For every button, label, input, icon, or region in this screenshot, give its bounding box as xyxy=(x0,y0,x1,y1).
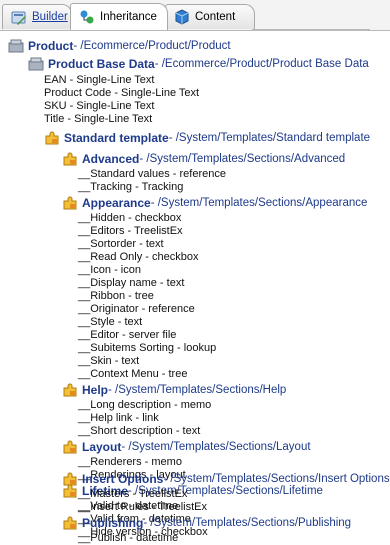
tree-node-standard-template-path: - /System/Templates/Standard template xyxy=(168,132,371,144)
field-item: __Sortorder - text xyxy=(78,238,164,250)
section-name: Appearance xyxy=(82,196,151,210)
section-path: - /System/Templates/Sections/Advanced xyxy=(139,153,346,165)
field-item: __Skin - text xyxy=(78,355,140,367)
field-item: __Insert Rules - TreelistEx xyxy=(78,501,207,513)
field-item: __Hidden - checkbox xyxy=(78,212,182,224)
section-name: Help xyxy=(82,383,109,397)
tab-builder[interactable]: Builder xyxy=(2,4,72,29)
field-item: __Standard values - reference xyxy=(78,168,226,180)
section-name: Layout xyxy=(82,440,122,454)
field-item: __Icon - icon xyxy=(78,264,141,276)
field-item: __Originator - reference xyxy=(78,303,195,315)
section-name: Advanced xyxy=(82,152,140,166)
tree-node-product-base-data-path: - /Ecommerce/Product/Product Base Data xyxy=(154,58,369,70)
tab-strip-end xyxy=(252,4,370,30)
field-item: Product Code - Single-Line Text xyxy=(44,87,200,99)
field-item: SKU - Single-Line Text xyxy=(44,100,155,112)
field-item: __Long description - memo xyxy=(78,399,212,411)
tree-node-section-publishing[interactable]: Publishing - /System/Templates/Sections/… xyxy=(62,515,351,531)
field-item: Title - Single-Line Text xyxy=(44,113,153,125)
field-item: __Editors - TreelistEx xyxy=(78,225,183,237)
field-item: __Display name - text xyxy=(78,277,185,289)
inheritance-icon xyxy=(80,10,94,24)
field-item: __Ribbon - tree xyxy=(78,290,154,302)
builder-icon xyxy=(11,11,26,25)
tab-content-label: Content xyxy=(195,11,236,23)
puzzle-icon xyxy=(45,131,59,145)
tab-inheritance-label: Inheritance xyxy=(100,11,157,23)
section-path: - /System/Templates/Sections/Insert Opti… xyxy=(163,473,390,485)
section-path: - /System/Templates/Sections/Publishing xyxy=(143,517,352,529)
puzzle-icon xyxy=(63,383,77,397)
tree-node-standard-template-name: Standard template xyxy=(64,131,169,145)
field-item: __Subitems Sorting - lookup xyxy=(78,342,217,354)
section-name: Publishing xyxy=(82,516,144,530)
tree-node-section-layout[interactable]: Layout - /System/Templates/Sections/Layo… xyxy=(62,439,311,455)
editor-tab-bar: Builder Inheritance Content xyxy=(0,0,390,31)
tree-node-standard-template[interactable]: Standard template - /System/Templates/St… xyxy=(44,130,370,146)
tree-node-section-help[interactable]: Help - /System/Templates/Sections/Help xyxy=(62,382,286,398)
tree-node-product-name: Product xyxy=(28,39,74,53)
tree-node-section-advanced[interactable]: Advanced - /System/Templates/Sections/Ad… xyxy=(62,151,345,167)
tree-node-product-base-data-name: Product Base Data xyxy=(48,57,155,71)
tree-node-product-path: - /Ecommerce/Product/Product xyxy=(73,40,231,52)
field-item: __Renderers - memo xyxy=(78,456,182,468)
tab-builder-label: Builder xyxy=(32,11,68,23)
tree-node-section-appearance[interactable]: Appearance - /System/Templates/Sections/… xyxy=(62,195,367,211)
tree-node-product[interactable]: Product - /Ecommerce/Product/Product xyxy=(8,38,231,54)
field-item: __Context Menu - tree xyxy=(78,368,188,380)
content-icon xyxy=(175,9,189,25)
puzzle-icon xyxy=(63,516,77,530)
field-item: __Help link - link xyxy=(78,412,159,424)
template-icon xyxy=(28,57,44,71)
puzzle-icon xyxy=(63,440,77,454)
tab-content[interactable]: Content xyxy=(165,4,255,29)
field-item: __Read Only - checkbox xyxy=(78,251,199,263)
field-item: __Tracking - Tracking xyxy=(78,181,184,193)
section-name: Insert Options xyxy=(82,472,164,486)
tab-inheritance[interactable]: Inheritance xyxy=(70,3,168,30)
field-item: __Editor - server file xyxy=(78,329,177,341)
puzzle-icon xyxy=(63,472,77,486)
puzzle-icon xyxy=(63,196,77,210)
puzzle-icon xyxy=(63,152,77,166)
section-path: - /System/Templates/Sections/Layout xyxy=(121,441,311,453)
section-path: - /System/Templates/Sections/Help xyxy=(108,384,287,396)
field-item: __Publish - datetime xyxy=(78,532,179,544)
section-path: - /System/Templates/Sections/Appearance xyxy=(150,197,368,209)
field-item: EAN - Single-Line Text xyxy=(44,74,155,86)
field-item: __Style - text xyxy=(78,316,143,328)
tree-node-product-base-data[interactable]: Product Base Data - /Ecommerce/Product/P… xyxy=(28,56,369,72)
field-item: __Masters - TreelistEx xyxy=(78,488,188,500)
template-icon xyxy=(8,39,24,53)
tree-node-section-insert-options[interactable]: Insert Options - /System/Templates/Secti… xyxy=(62,471,390,487)
field-item: __Short description - text xyxy=(78,425,201,437)
